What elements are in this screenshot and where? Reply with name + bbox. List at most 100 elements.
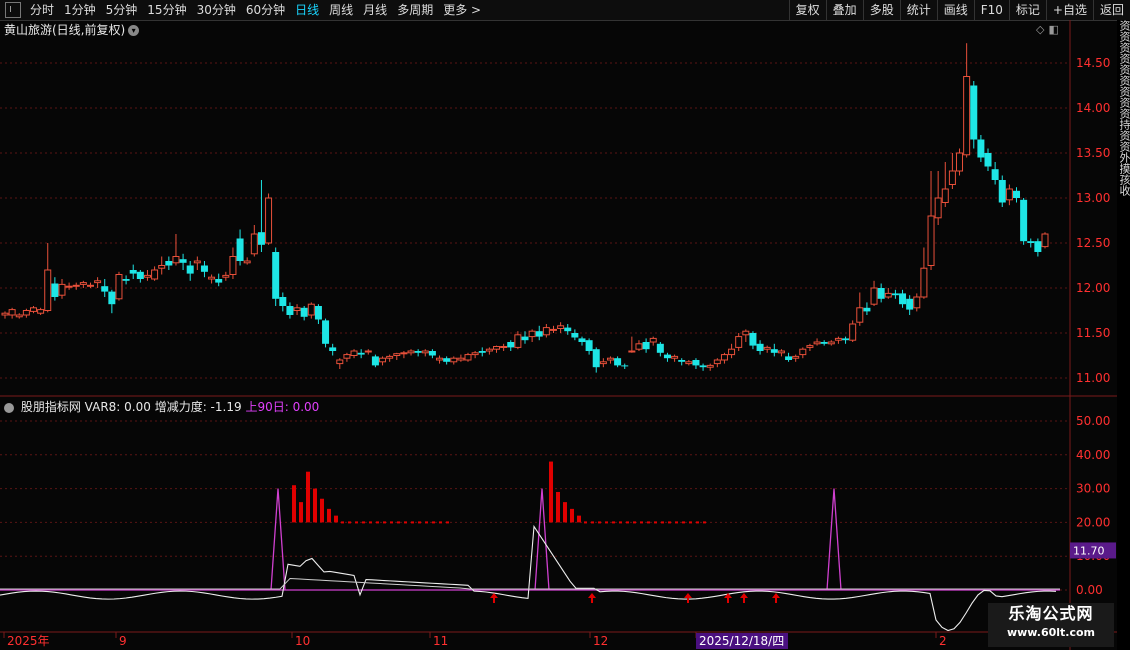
signal-bar [334,515,338,523]
candle-body [407,350,415,354]
side-strip-char: 资 [1118,31,1130,42]
candle-body [884,292,892,298]
candle-body [549,328,557,331]
force-value: 增减力度: -1.19 [154,400,242,414]
candle-body [179,259,187,263]
time-axis-label: 12 [593,634,608,648]
candle-body [371,356,379,366]
candle-body [307,303,315,316]
side-strip-char: 外 [1118,152,1130,163]
candle-body [86,284,94,287]
candle-body [557,325,565,329]
action-button-7[interactable]: +自选 [1045,0,1093,20]
candle-body [649,337,657,343]
indicator-name: 股朋指标网 [20,400,81,414]
candle-body [357,352,365,355]
period-tab-10[interactable]: 更多 > [438,0,486,20]
candle-body [614,358,622,366]
candle-body [386,355,394,359]
action-button-3[interactable]: 统计 [899,0,937,20]
period-tab-3[interactable]: 15分钟 [142,0,191,20]
candle-body [450,357,458,363]
action-buttons: 复权 叠加 多股 统计 画线 F10 标记 +自选 返回 [788,0,1130,20]
candle-body [79,282,87,285]
action-button-2[interactable]: 多股 [862,0,900,20]
action-button-4[interactable]: 画线 [936,0,974,20]
candle-body [542,327,550,336]
side-strip-char: 资 [1118,75,1130,86]
candle-body [265,197,273,244]
signal-dot [439,521,442,524]
candle-body [799,348,807,356]
period-tab-6[interactable]: 日线 [290,0,324,20]
watermark-title: 乐淘公式网 [1008,604,1094,623]
indicator-title: 股朋指标网 VAR8: 0.00 增减力度: -1.19 上90日: 0.00 [4,398,319,415]
signal-dot [369,521,372,524]
candle-body [1027,241,1035,243]
candle-body [699,365,707,368]
candle-body [428,351,436,356]
candle-body [749,333,757,346]
period-tab-7[interactable]: 周线 [324,0,358,20]
candle-body [343,354,351,359]
signal-bar [292,485,296,523]
candle-body [322,320,330,344]
period-tab-2[interactable]: 5分钟 [101,0,143,20]
signal-dot [404,521,407,524]
period-tab-1[interactable]: 1分钟 [59,0,101,20]
candle-body [400,352,408,355]
candle-body [29,307,37,312]
candle-body [998,180,1006,203]
signal-dot [411,521,414,524]
signal-dot [341,521,344,524]
candle-body [1005,188,1013,201]
period-tab-0[interactable]: 分时 [25,0,59,20]
side-strip-char: 摸 [1118,163,1130,174]
candle-body [863,307,871,312]
signal-dot [633,521,636,524]
price-tick-label: 12.50 [1076,236,1110,250]
candle-body [172,256,180,264]
candle-body [1034,241,1042,252]
action-button-8[interactable]: 返回 [1092,0,1130,20]
candle-body [720,354,728,361]
candle-body [671,355,679,359]
candle-body [948,170,956,185]
candle-body [642,342,650,350]
candle-body [15,314,23,318]
period-tab-9[interactable]: 多周期 [392,0,438,20]
indicator-settings-icon[interactable] [4,402,14,413]
candle-body [813,341,821,345]
oscillator-line [0,524,1057,632]
side-strip-char: 资 [1118,42,1130,53]
signal-dot [376,521,379,524]
candle-body [991,169,999,180]
indicator-tick-label: 30.00 [1076,482,1110,496]
candle-body [656,343,664,353]
candle-body [293,307,301,311]
action-button-1[interactable]: 叠加 [825,0,863,20]
period-tab-4[interactable]: 30分钟 [192,0,241,20]
side-strip-char: 资 [1118,108,1130,119]
candle-body [436,357,444,361]
candlestick-chart[interactable]: 14.50 14.00 13.50 13.00 12.50 12.00 11.50 11.00… [0,20,1117,650]
candle-body [208,276,216,280]
candle-body [286,306,294,315]
candle-body [934,197,942,219]
candle-body [877,288,885,299]
action-button-0[interactable]: 复权 [788,0,826,20]
action-button-5[interactable]: F10 [973,0,1009,20]
candle-body [599,361,607,365]
time-axis-label: 2025/12/18/四 [699,634,784,648]
period-tab-8[interactable]: 月线 [358,0,392,20]
menu-toggle-icon[interactable] [5,2,21,18]
candle-body [678,360,686,362]
indicator-tick-label: 0.00 [1076,583,1103,597]
candle-body [136,271,144,279]
watermark-url: www.60lt.com [1006,626,1096,639]
action-button-6[interactable]: 标记 [1008,0,1046,20]
candle-body [478,351,486,353]
period-tab-5[interactable]: 60分钟 [241,0,290,20]
side-strip-char: 资 [1118,53,1130,64]
candle-body [621,365,629,367]
